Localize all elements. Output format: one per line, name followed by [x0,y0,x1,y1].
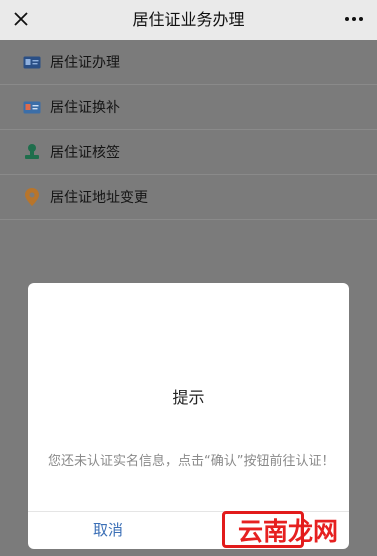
stamp-icon [22,142,42,162]
top-bar: 居住证业务办理 [0,0,377,40]
more-dots-icon[interactable] [337,6,371,32]
page-title: 居住证业务办理 [132,10,245,29]
card-replace-icon [22,97,42,117]
menu-item-replace[interactable]: 居住证换补 [0,85,377,130]
menu-item-address-change[interactable]: 居住证地址变更 [0,175,377,220]
service-menu: 居住证办理 居住证换补 居住证核签 居住证地址变更 [0,40,377,220]
menu-item-endorse[interactable]: 居住证核签 [0,130,377,175]
dialog-message: 您还未认证实名信息，点击“确认”按钮前往认证！ [48,454,335,469]
alert-dialog: 提示 您还未认证实名信息，点击“确认”按钮前往认证！ 取消 [28,283,349,549]
confirm-highlight-box [222,511,304,548]
location-pin-icon [22,187,42,207]
menu-item-label: 居住证换补 [50,100,120,116]
id-card-icon [22,52,42,72]
menu-item-label: 居住证地址变更 [50,190,148,206]
menu-item-label: 居住证办理 [50,55,120,71]
menu-item-apply[interactable]: 居住证办理 [0,40,377,85]
menu-item-label: 居住证核签 [50,145,120,161]
dialog-title: 提示 [172,388,205,407]
cancel-button[interactable]: 取消 [28,512,188,549]
